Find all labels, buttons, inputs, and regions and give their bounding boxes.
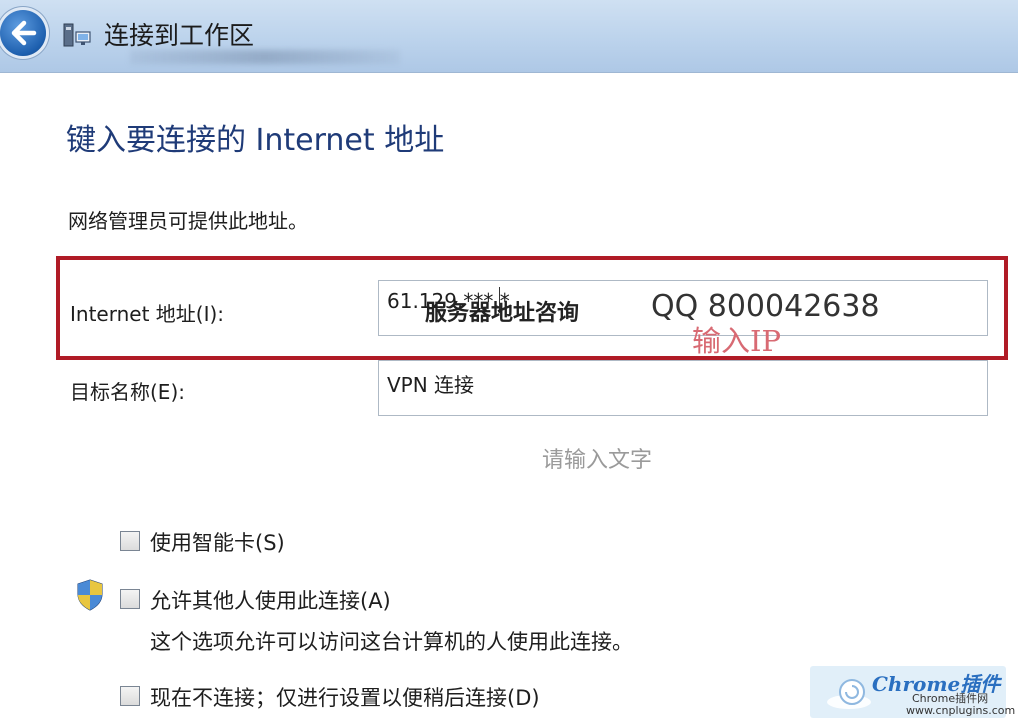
watermark-line2: www.cnplugins.com bbox=[906, 704, 1016, 717]
placeholder-watermark: 请输入文字 bbox=[542, 448, 653, 473]
allow-others-description: 这个选项允许可以访问这台计算机的人使用此连接。 bbox=[150, 630, 633, 654]
page-description: 网络管理员可提供此地址。 bbox=[68, 209, 308, 233]
page-heading: 键入要连接的 Internet 地址 bbox=[66, 123, 445, 158]
title-bar: 连接到工作区 bbox=[0, 0, 1018, 73]
window-title: 连接到工作区 bbox=[104, 21, 255, 50]
destination-name-input[interactable]: VPN 连接 bbox=[378, 360, 988, 416]
destination-name-label: 目标名称(E): bbox=[70, 380, 185, 404]
input-ip-annotation: 输入IP bbox=[692, 324, 781, 358]
allow-others-checkbox[interactable] bbox=[120, 589, 140, 609]
site-watermark-logo: Chrome插件 Chrome插件网 www.cnplugins.com bbox=[810, 666, 1015, 718]
dont-connect-checkbox[interactable] bbox=[120, 686, 140, 706]
back-button[interactable] bbox=[0, 10, 46, 56]
snail-logo-icon bbox=[827, 679, 871, 709]
network-connection-icon bbox=[62, 18, 92, 48]
allow-others-label[interactable]: 允许其他人使用此连接(A) bbox=[150, 585, 391, 615]
uac-shield-icon bbox=[76, 579, 104, 615]
blurred-region bbox=[130, 50, 400, 64]
destination-name-value: VPN 连接 bbox=[387, 373, 475, 397]
smart-card-checkbox[interactable] bbox=[120, 531, 140, 551]
internet-address-label: Internet 地址(I): bbox=[70, 302, 225, 326]
arrow-left-icon bbox=[11, 20, 37, 46]
smart-card-label[interactable]: 使用智能卡(S) bbox=[150, 527, 285, 557]
dont-connect-label[interactable]: 现在不连接；仅进行设置以便稍后连接(D) bbox=[150, 682, 540, 712]
server-address-overlay: 服务器地址咨询 bbox=[425, 300, 580, 326]
internet-address-input[interactable]: 61.129.***.* 服务器地址咨询 QQ 800042638 bbox=[378, 280, 988, 336]
